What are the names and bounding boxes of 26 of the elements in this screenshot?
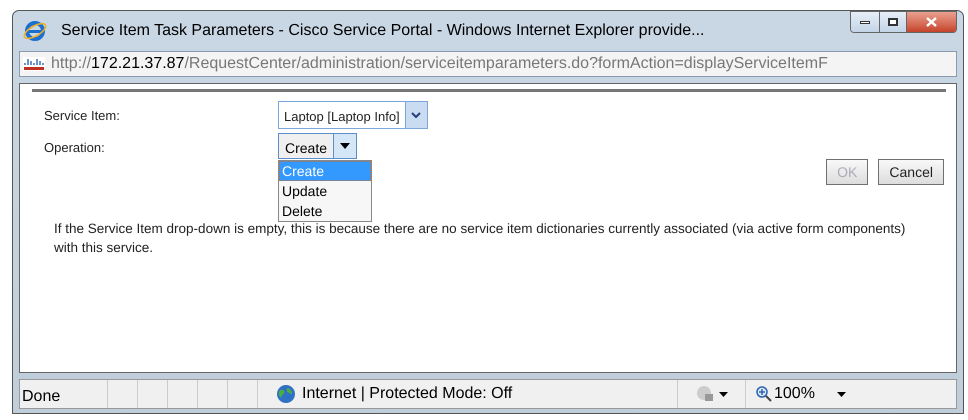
status-text: Done bbox=[20, 380, 108, 408]
zoom-icon[interactable] bbox=[756, 386, 772, 402]
globe-icon bbox=[276, 384, 296, 404]
chevron-icon bbox=[404, 102, 427, 128]
address-bar[interactable]: http://172.21.37.87/RequestCenter/administration/serviceitemparameters.do?formAction=displayServiceItemF bbox=[19, 51, 957, 77]
field-label: Operation: bbox=[44, 139, 106, 157]
field-label: Service Item: bbox=[44, 107, 121, 125]
caret-icon[interactable] bbox=[719, 392, 728, 396]
cancel-button[interactable]: Cancel bbox=[878, 159, 944, 185]
close-button[interactable] bbox=[907, 12, 956, 32]
caret-icon[interactable] bbox=[836, 392, 846, 396]
info-note: If the Service Item drop-down is empty, this is because there are no service item dictionaries currently associated (via active form components) with this service. bbox=[54, 220, 906, 257]
minimize-button[interactable] bbox=[851, 12, 880, 32]
site-logo-icon bbox=[23, 57, 45, 71]
dropdown-option[interactable]: Update bbox=[279, 181, 371, 201]
browser-logo-icon bbox=[23, 19, 47, 43]
caret-icon bbox=[333, 134, 356, 158]
dropdown-option[interactable]: Delete bbox=[279, 201, 371, 221]
maximize-button[interactable] bbox=[880, 12, 907, 32]
service-item-select[interactable]: Laptop [Laptop Info] bbox=[278, 101, 428, 129]
url-text: http://172.21.37.87/RequestCenter/administration/serviceitemparameters.do?formAction=displayServiceItemF bbox=[51, 54, 828, 74]
window-title: Service Item Task Parameters - Cisco Service Portal - Windows Internet Explorer provide... bbox=[61, 21, 704, 41]
operation-select[interactable]: Create bbox=[278, 133, 358, 159]
close-icon bbox=[926, 17, 937, 27]
zoom-level[interactable]: 100% bbox=[774, 382, 815, 406]
zone-text: Internet | Protected Mode: Off bbox=[302, 384, 512, 404]
